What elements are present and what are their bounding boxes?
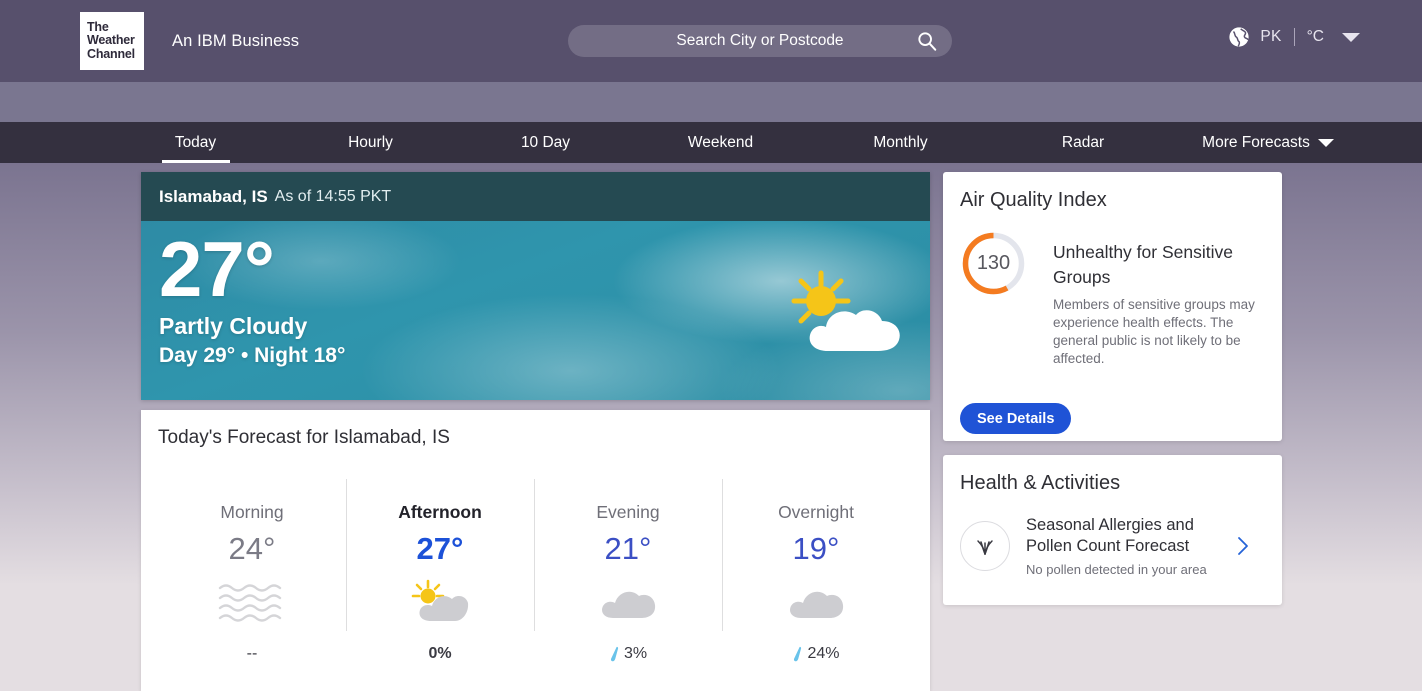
ibm-business-tagline: An IBM Business [172, 31, 300, 50]
nav-label: More Forecasts [1202, 133, 1310, 151]
pollen-forecast-item[interactable]: Seasonal Allergies and Pollen Count Fore… [960, 515, 1265, 577]
current-condition: Partly Cloudy [159, 313, 308, 339]
cloudy-icon [602, 591, 656, 618]
search-input[interactable] [595, 32, 925, 50]
header-divider [1293, 28, 1295, 46]
current-conditions-card: Islamabad, IS As of 14:55 PKT 27° Partly… [141, 172, 930, 400]
locale-code[interactable]: PK [1260, 28, 1281, 46]
logo-line-3: Channel [87, 46, 135, 61]
current-conditions-header: Islamabad, IS As of 14:55 PKT [141, 172, 930, 221]
forecast-period-morning: Morning 24° -- [158, 501, 346, 663]
cloudy-icon [790, 591, 844, 618]
pollen-texts: Seasonal Allergies and Pollen Count Fore… [1026, 515, 1231, 577]
period-label: Afternoon [398, 502, 482, 522]
primary-nav: Today Hourly 10 Day Weekend Monthly Rada… [0, 122, 1422, 163]
forecast-period-evening: Evening 21° 3% [534, 479, 722, 663]
raindrop-icon [794, 646, 802, 662]
period-precip: 24% [722, 645, 910, 663]
nav-item-monthly[interactable]: Monthly [808, 122, 993, 163]
search-icon[interactable] [916, 30, 938, 52]
period-icon-wrap [158, 576, 346, 628]
pollen-subtitle: No pollen detected in your area [1026, 562, 1207, 577]
chevron-right-icon[interactable] [1237, 536, 1249, 556]
period-precip-value: 24% [807, 645, 840, 662]
aqi-value: 130 [976, 252, 1011, 274]
partly-cloudy-day-icon [791, 270, 900, 351]
period-precip: 0% [346, 645, 534, 663]
todays-forecast-card: Today's Forecast for Islamabad, IS Morni… [141, 410, 930, 691]
pollen-title: Seasonal Allergies and Pollen Count Fore… [1026, 516, 1194, 555]
period-temp: 24° [228, 531, 276, 566]
nav-item-hourly[interactable]: Hourly [283, 122, 458, 163]
period-icon-wrap [534, 576, 722, 628]
health-activities-card: Health & Activities Seasonal Allergies a… [943, 455, 1282, 605]
period-precip-value: 0% [428, 645, 452, 662]
period-temp: 19° [792, 531, 840, 566]
chevron-down-icon[interactable] [1342, 32, 1360, 42]
unit-toggle[interactable]: °C [1307, 28, 1324, 46]
period-label: Overnight [778, 502, 854, 522]
pollen-grass-icon [977, 540, 993, 555]
weather-channel-logo[interactable]: The Weather Channel [80, 12, 144, 70]
nav-label: Hourly [348, 133, 393, 151]
partly-cloudy-day-icon [411, 579, 469, 621]
forecast-period-overnight: Overnight 19° 24% [722, 479, 910, 663]
forecast-period-afternoon: Afternoon 27° 0% [346, 479, 534, 663]
header-locale-controls[interactable]: PK °C [1228, 26, 1360, 48]
nav-label: Today [174, 133, 217, 151]
raindrop-icon [610, 646, 619, 662]
period-icon-wrap [722, 576, 910, 628]
pollen-icon-circle [960, 521, 1010, 571]
header-subbar [0, 82, 1422, 122]
health-activities-title: Health & Activities [960, 472, 1121, 494]
nav-label: 10 Day [520, 133, 571, 151]
nav-item-today[interactable]: Today [108, 122, 283, 163]
nav-label: Monthly [873, 133, 928, 151]
logo-line-2: Weather [87, 33, 135, 48]
weather-page: The Weather Channel An IBM Business PK °… [0, 0, 1422, 691]
current-temperature: 27° [159, 225, 275, 313]
period-precip: 3% [534, 645, 722, 663]
air-quality-title: Air Quality Index [960, 189, 1107, 211]
period-label: Evening [596, 502, 660, 522]
period-temp: 21° [604, 531, 652, 566]
period-temp: 27° [416, 531, 464, 566]
nav-item-more-forecasts[interactable]: More Forecasts [1173, 122, 1363, 163]
period-precip-value: -- [246, 645, 258, 662]
nav-item-weekend[interactable]: Weekend [633, 122, 808, 163]
nav-label: Radar [1061, 133, 1105, 151]
current-as-of: As of 14:55 PKT [274, 187, 392, 205]
aqi-body: Unhealthy for Sensitive Groups Members o… [1053, 240, 1273, 368]
period-precip-value: 3% [623, 645, 648, 662]
globe-icon [1229, 27, 1250, 47]
logo-line-1: The [87, 19, 109, 34]
period-label: Morning [220, 502, 284, 522]
period-precip: -- [158, 645, 346, 663]
air-quality-card: Air Quality Index 130 Unhealthy for Sens… [943, 172, 1282, 441]
nav-item-10-day[interactable]: 10 Day [458, 122, 633, 163]
nav-label: Weekend [687, 133, 754, 151]
chevron-down-icon [1317, 138, 1334, 147]
current-conditions-text: 27° Partly Cloudy Day 29° • Night 18° [159, 225, 346, 369]
forecast-periods: Morning 24° -- Afternoon 27° 0% Evening … [158, 479, 913, 663]
forecast-title: Today's Forecast for Islamabad, IS [158, 427, 450, 448]
day-night-temps: Day 29° • Night 18° [159, 344, 346, 367]
period-icon-wrap [346, 576, 534, 628]
page-content: Islamabad, IS As of 14:55 PKT 27° Partly… [0, 163, 1422, 691]
haze-waves-icon [218, 584, 282, 622]
see-details-button[interactable]: See Details [960, 403, 1072, 434]
aqi-category: Unhealthy for Sensitive Groups [1053, 242, 1233, 287]
site-header: The Weather Channel An IBM Business PK °… [0, 0, 1422, 82]
nav-item-radar[interactable]: Radar [993, 122, 1173, 163]
current-location: Islamabad, IS [159, 186, 268, 206]
search-bar[interactable] [568, 25, 952, 57]
aqi-description: Members of sensitive groups may experien… [1053, 297, 1255, 366]
